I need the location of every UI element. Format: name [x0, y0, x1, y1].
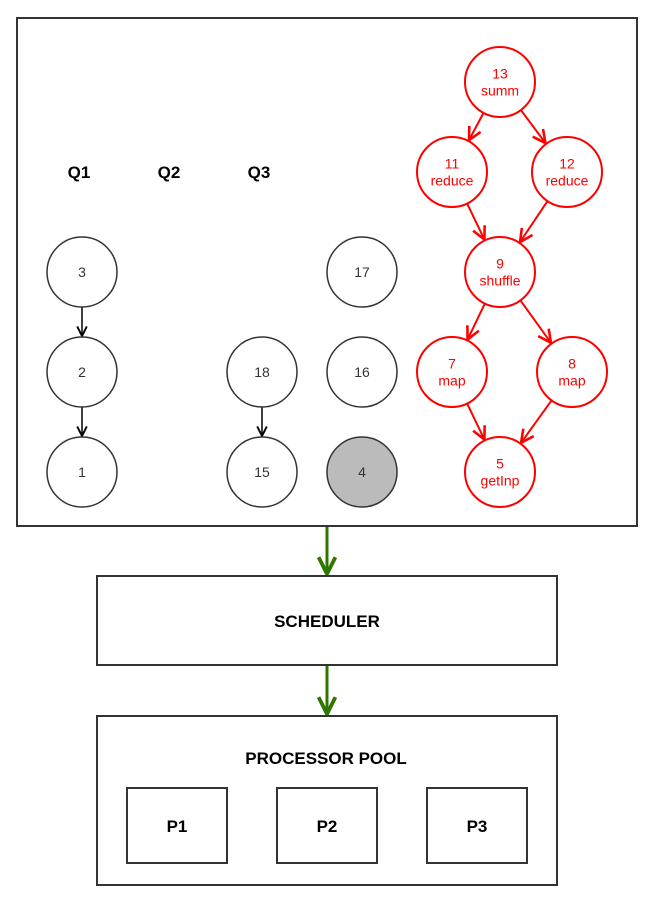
task-node-id: 12 [559, 156, 575, 172]
task-node-id: 18 [254, 364, 270, 380]
task-node-9[interactable]: 9shuffle [464, 236, 536, 308]
task-node-7[interactable]: 7map [416, 336, 488, 408]
task-node-2[interactable]: 2 [46, 336, 118, 408]
task-node-15[interactable]: 15 [226, 436, 298, 508]
task-node-name: reduce [546, 173, 589, 189]
scheduler-label: SCHEDULER [274, 612, 380, 631]
processor-pool-label: PROCESSOR POOL [245, 749, 407, 768]
task-node-16[interactable]: 16 [326, 336, 398, 408]
queue-label-q3: Q3 [248, 163, 271, 182]
task-node-4[interactable]: 4 [326, 436, 398, 508]
task-node-name: map [438, 373, 465, 389]
task-node-id: 7 [448, 356, 456, 372]
processor-p1-label: P1 [167, 817, 188, 836]
task-node-5[interactable]: 5getInp [464, 436, 536, 508]
task-node-id: 1 [78, 464, 86, 480]
task-node-name: shuffle [480, 273, 521, 289]
task-node-id: 3 [78, 264, 86, 280]
task-node-12[interactable]: 12reduce [531, 136, 603, 208]
task-node-id: 13 [492, 66, 508, 82]
task-node-name: summ [481, 83, 519, 99]
task-node-id: 16 [354, 364, 370, 380]
task-node-name: reduce [431, 173, 474, 189]
task-node-id: 9 [496, 256, 504, 272]
workflow-diagram: Q1 Q2 Q3 32118151716413summ11reduce12red… [16, 17, 638, 886]
task-node-1[interactable]: 1 [46, 436, 118, 508]
processor-p3-label: P3 [467, 817, 488, 836]
task-node-name: getInp [481, 473, 520, 489]
queue-label-q1: Q1 [68, 163, 91, 182]
task-node-17[interactable]: 17 [326, 236, 398, 308]
task-node-id: 11 [445, 156, 460, 172]
task-node-id: 2 [78, 364, 86, 380]
queue-label-q2: Q2 [158, 163, 181, 182]
task-node-18[interactable]: 18 [226, 336, 298, 408]
task-node-id: 4 [358, 464, 366, 480]
task-node-8[interactable]: 8map [536, 336, 608, 408]
processor-p2-label: P2 [317, 817, 338, 836]
task-node-name: map [558, 373, 585, 389]
task-node-13[interactable]: 13summ [464, 46, 536, 118]
task-node-id: 8 [568, 356, 576, 372]
task-node-id: 17 [354, 264, 370, 280]
task-node-id: 15 [254, 464, 270, 480]
task-node-3[interactable]: 3 [46, 236, 118, 308]
task-node-11[interactable]: 11reduce [416, 136, 488, 208]
task-node-id: 5 [496, 456, 504, 472]
